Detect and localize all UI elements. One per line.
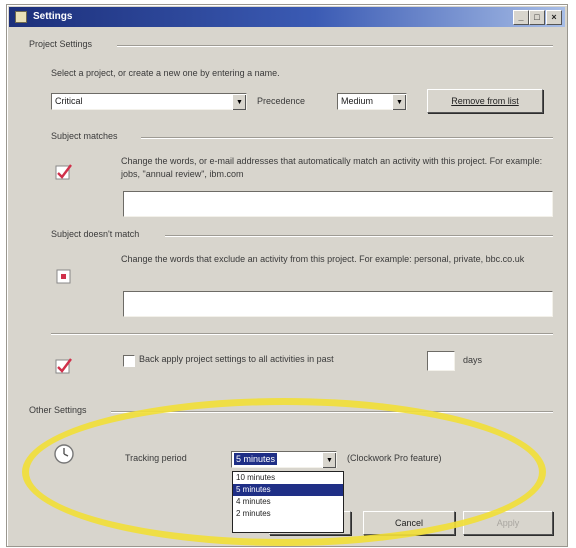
dropdown-option[interactable]: 4 minutes <box>233 496 343 508</box>
dropdown-arrow-icon[interactable]: ▼ <box>322 452 336 468</box>
days-label: days <box>463 355 483 365</box>
project-value: Critical <box>55 96 83 106</box>
precedence-value: Medium <box>341 96 374 106</box>
dropdown-option[interactable]: 10 minutes <box>233 472 343 484</box>
cross-icon <box>55 267 73 285</box>
subject-matches-label: Subject matches <box>51 131 118 141</box>
subject-doesnt-match-label: Subject doesn't match <box>51 229 140 239</box>
apply-button[interactable]: Apply <box>463 511 553 535</box>
precedence-combo[interactable]: Medium ▼ <box>337 93 407 110</box>
precedence-label: Precedence <box>257 96 306 106</box>
subject-doesnt-match-input[interactable] <box>123 291 553 317</box>
tracking-period-value: 5 minutes <box>234 453 278 465</box>
tracking-period-combo[interactable]: 5 minutes ▼ <box>231 451 337 468</box>
other-settings-label: Other Settings <box>29 405 87 415</box>
dropdown-option-selected[interactable]: 5 minutes <box>233 484 343 496</box>
dropdown-arrow-icon[interactable]: ▼ <box>392 94 406 110</box>
project-combo[interactable]: Critical ▼ <box>51 93 247 110</box>
project-instruction: Select a project, or create a new one by… <box>51 68 280 78</box>
settings-window: Settings _ □ × Project Settings Select a… <box>6 4 568 547</box>
window-title: Settings <box>33 11 73 22</box>
subject-matches-input[interactable] <box>123 191 553 217</box>
title-bar[interactable]: Settings _ □ × <box>9 7 565 27</box>
check-icon <box>55 163 73 181</box>
subject-doesnt-match-divider <box>165 235 553 237</box>
clock-icon <box>53 443 75 465</box>
other-settings-divider <box>111 411 553 413</box>
cancel-button[interactable]: Cancel <box>363 511 455 535</box>
maximize-button[interactable]: □ <box>529 10 545 25</box>
remove-button-label: Remove from list <box>451 96 519 106</box>
back-apply-checkbox[interactable] <box>123 355 135 367</box>
subject-matches-divider <box>141 137 553 139</box>
dropdown-arrow-icon[interactable]: ▼ <box>232 94 246 110</box>
remove-from-list-button[interactable]: Remove from list <box>427 89 543 113</box>
days-input[interactable] <box>427 351 455 371</box>
project-settings-label: Project Settings <box>29 39 93 49</box>
subject-matches-description: Change the words, or e-mail addresses th… <box>121 156 543 179</box>
dropdown-option[interactable]: 2 minutes <box>233 508 343 520</box>
window-icon <box>15 11 27 23</box>
close-button[interactable]: × <box>546 10 562 25</box>
check-icon <box>55 357 73 375</box>
tracking-period-label: Tracking period <box>125 453 187 463</box>
pro-feature-note: (Clockwork Pro feature) <box>347 453 442 463</box>
divider <box>51 333 553 335</box>
subject-doesnt-match-description: Change the words that exclude an activit… <box>121 254 525 264</box>
minimize-button[interactable]: _ <box>513 10 529 25</box>
back-apply-label: Back apply project settings to all activ… <box>139 354 334 364</box>
project-settings-divider <box>117 45 553 47</box>
tracking-period-dropdown[interactable]: 10 minutes 5 minutes 4 minutes 2 minutes <box>232 471 344 533</box>
